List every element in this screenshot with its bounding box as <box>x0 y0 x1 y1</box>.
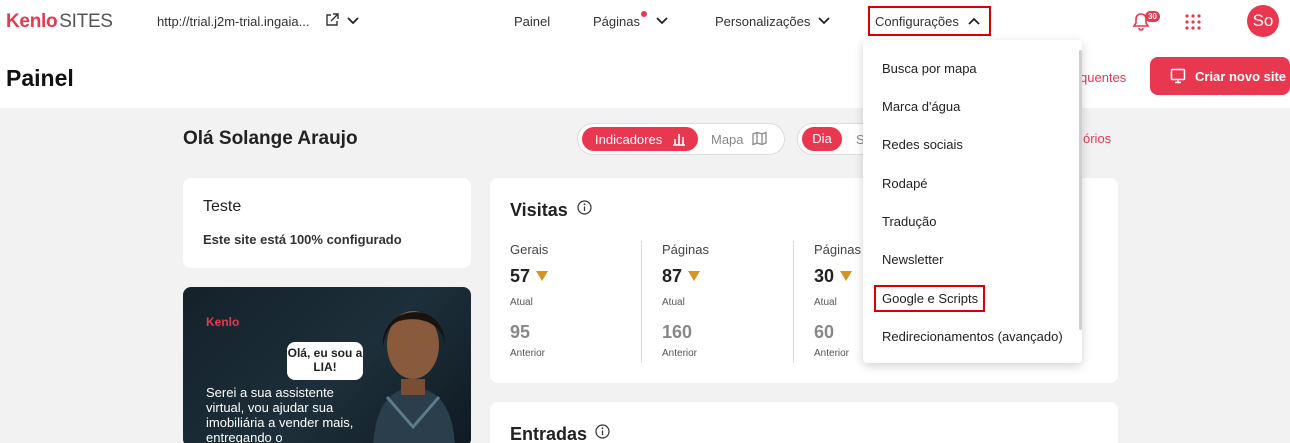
chevron-down-icon[interactable] <box>655 15 669 27</box>
menu-item-traducao[interactable]: Tradução <box>882 214 936 229</box>
external-link-icon[interactable] <box>325 13 339 27</box>
metric-current-label: Atual <box>510 297 533 308</box>
top-navbar: Kenlo SITES http://trial.j2m-trial.ingaia… <box>0 0 1290 44</box>
trend-down-icon <box>536 271 549 281</box>
menu-item-redes-sociais[interactable]: Redes sociais <box>882 137 963 152</box>
metric-current-value: 57 <box>510 266 531 286</box>
configuracoes-dropdown-menu: Busca por mapa Marca d'água Redes sociai… <box>863 40 1082 363</box>
nav-painel[interactable]: Painel <box>514 14 550 29</box>
lia-speech-bubble: Olá, eu sou a LIA! <box>287 342 363 380</box>
new-site-icon <box>1170 68 1186 84</box>
metric-current-value: 30 <box>814 266 835 286</box>
map-icon[interactable] <box>752 131 767 146</box>
metric-current: 87 <box>662 266 701 287</box>
chevron-up-icon[interactable] <box>967 15 981 27</box>
menu-item-newsletter[interactable]: Newsletter <box>882 252 943 267</box>
nav-personalizacoes[interactable]: Personalizações <box>715 14 810 29</box>
menu-item-redirecionamentos[interactable]: Redirecionamentos (avançado) <box>882 329 1063 344</box>
mapa-tab[interactable]: Mapa <box>711 132 744 147</box>
metric-current-label: Atual <box>814 297 837 308</box>
site-url[interactable]: http://trial.j2m-trial.ingaia... <box>157 14 309 29</box>
trend-down-icon <box>688 271 701 281</box>
period-dia[interactable]: Dia <box>802 127 842 151</box>
indicadores-tab[interactable]: Indicadores <box>582 127 698 151</box>
menu-item-rodape[interactable]: Rodapé <box>882 176 928 191</box>
entradas-title: Entradas <box>510 424 588 443</box>
nav-paginas[interactable]: Páginas <box>593 14 640 29</box>
metric-previous-label: Anterior <box>662 348 698 359</box>
promo-kenlo-logo: Kenlo <box>206 315 240 329</box>
view-toggle: Indicadores Mapa <box>577 123 785 155</box>
user-avatar[interactable]: So <box>1247 5 1279 37</box>
metric-current: 30 <box>814 266 853 287</box>
logo-sites: SITES <box>59 11 113 32</box>
entradas-card: Entradas <box>490 402 1118 443</box>
metric-current-label: Atual <box>662 297 685 308</box>
site-name: Teste <box>203 198 242 215</box>
create-site-label: Criar novo site <box>1195 69 1287 84</box>
metric-paginas: Páginas 87 Atual 160 Anterior <box>662 242 709 359</box>
page-title: Painel <box>6 65 74 91</box>
assistant-portrait-image <box>373 311 455 443</box>
visitas-title: Visitas <box>510 200 568 220</box>
create-site-button[interactable]: Criar novo site <box>1150 57 1290 95</box>
promo-description: Serei a sua assistente virtual, vou ajud… <box>206 385 354 443</box>
metric-current: 57 <box>510 266 549 287</box>
bar-chart-icon <box>673 134 685 146</box>
logo-brand: Kenlo <box>6 11 58 32</box>
metric-label: Páginas <box>662 242 709 257</box>
indicadores-label: Indicadores <box>595 132 663 147</box>
menu-item-marca-dagua[interactable]: Marca d'água <box>882 99 960 114</box>
metric-previous-label: Anterior <box>510 348 546 359</box>
info-icon[interactable] <box>577 200 592 215</box>
menu-item-busca-por-mapa[interactable]: Busca por mapa <box>882 61 977 76</box>
chevron-down-icon[interactable] <box>346 15 360 27</box>
metric-divider <box>793 241 794 363</box>
metric-divider <box>641 241 642 363</box>
info-icon[interactable] <box>595 424 610 439</box>
site-status-card: Teste Este site está 100% configurado <box>183 178 471 268</box>
metric-previous-value: 95 <box>510 322 531 342</box>
frequentes-link[interactable]: quentes <box>1080 70 1126 85</box>
kenlo-sites-logo[interactable]: Kenlo SITES <box>6 11 113 33</box>
metric-label: Gerais <box>510 242 549 257</box>
greeting: Olá Solange Araujo <box>183 128 358 149</box>
new-indicator-dot <box>641 11 647 17</box>
page-header: Painel quentes Criar novo site <box>0 44 1290 108</box>
metric-current-value: 87 <box>662 266 683 286</box>
site-config-status: Este site está 100% configurado <box>203 232 402 247</box>
apps-grid-icon[interactable] <box>1185 14 1201 30</box>
nav-configuracoes[interactable]: Configurações <box>875 14 959 29</box>
notification-badge: 30 <box>1145 11 1160 22</box>
lia-promo-banner[interactable]: Kenlo Olá, eu sou a LIA! Serei a sua ass… <box>183 287 471 443</box>
metric-gerais: Gerais 57 Atual 95 Anterior <box>510 242 549 359</box>
metric-previous-value: 160 <box>662 322 693 342</box>
menu-item-google-e-scripts[interactable]: Google e Scripts <box>882 291 978 306</box>
metric-previous-value: 60 <box>814 322 835 342</box>
metric-previous-label: Anterior <box>814 348 850 359</box>
trend-down-icon <box>840 271 853 281</box>
chevron-down-icon[interactable] <box>817 15 831 27</box>
dropdown-scrollbar[interactable] <box>1079 50 1082 330</box>
relatorios-link[interactable]: órios <box>1083 131 1111 146</box>
